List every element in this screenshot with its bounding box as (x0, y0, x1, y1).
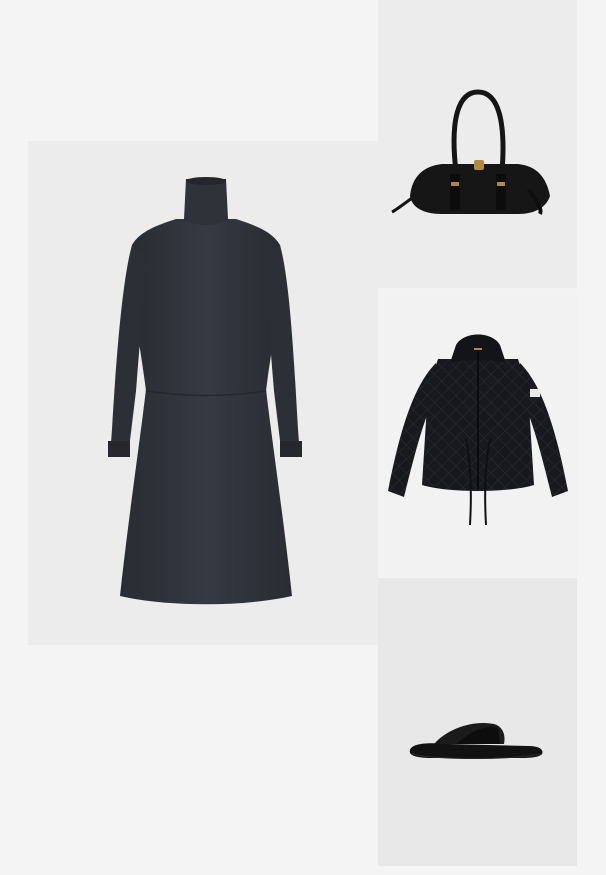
product-tile-jacket[interactable] (378, 289, 577, 577)
turtleneck-knit-dress-image (108, 177, 302, 605)
quilted-hooded-jacket-image (388, 334, 568, 526)
product-tile-dress[interactable] (28, 141, 378, 645)
product-tile-sandal[interactable] (378, 578, 577, 866)
product-tile-bag[interactable] (378, 0, 577, 288)
black-leather-shoulder-bag-image (391, 89, 550, 215)
crossover-flat-sandal-image (409, 722, 543, 759)
outfit-collage (0, 0, 606, 875)
